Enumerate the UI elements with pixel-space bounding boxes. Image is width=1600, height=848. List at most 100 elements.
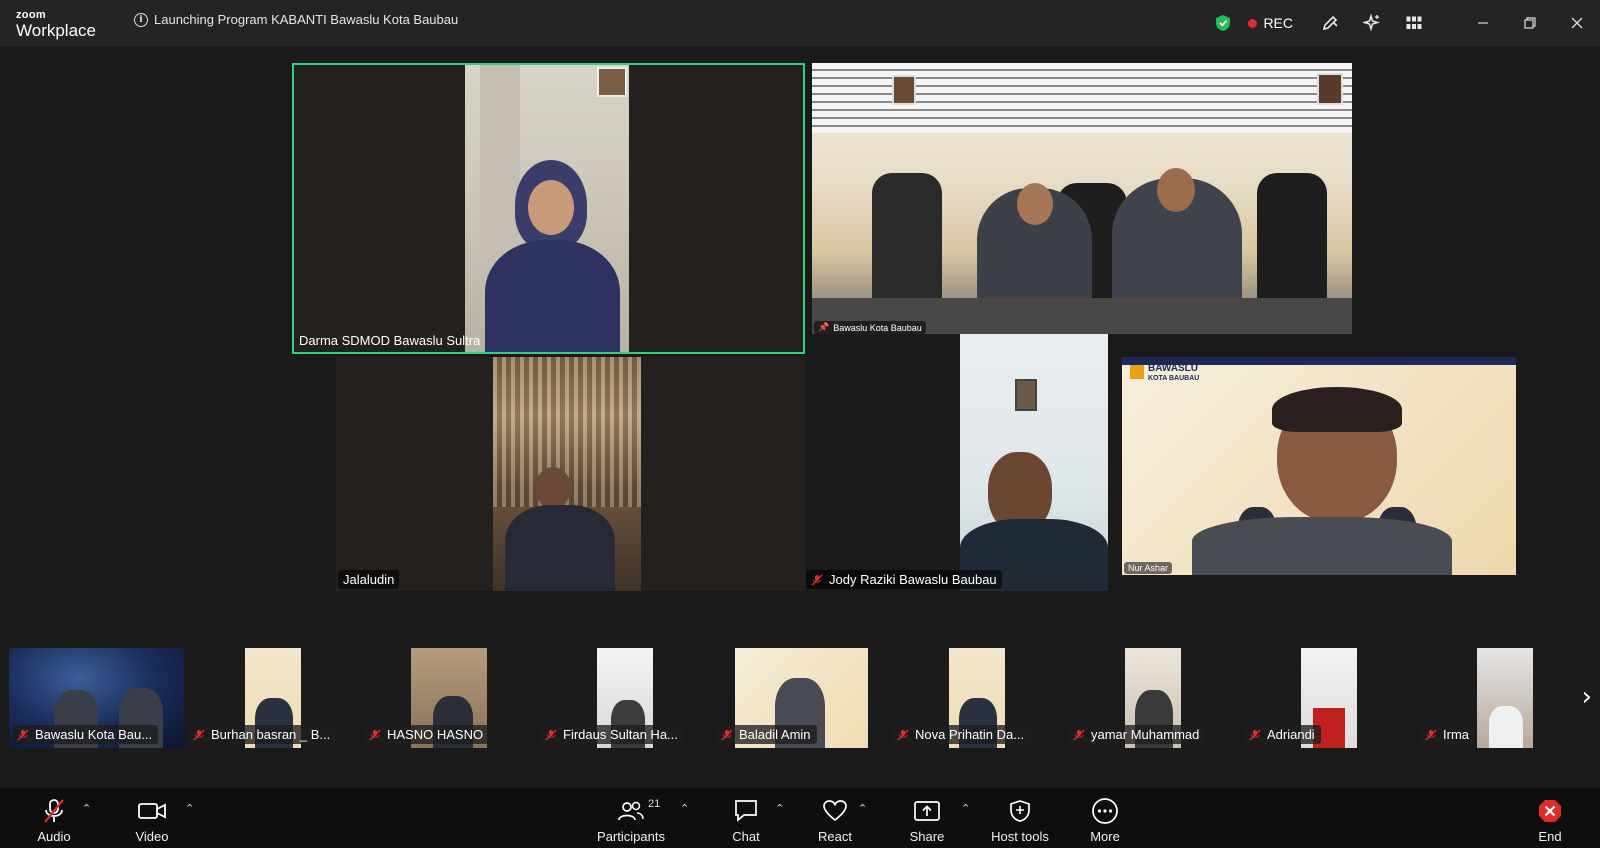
participant-name-label: Nova Prihatin Da...: [893, 725, 1031, 744]
filmstrip-tile[interactable]: Firdaus Sultan Ha...: [537, 648, 709, 748]
share-label: Share: [909, 829, 945, 844]
host-shield-icon: [1009, 796, 1031, 826]
participant-name: Jody Raziki Bawaslu Baubau: [829, 572, 997, 587]
more-label: More: [1090, 829, 1120, 844]
participant-name-label: Jalaludin: [338, 570, 400, 589]
restore-icon[interactable]: [1506, 0, 1553, 46]
participant-name-label: Jody Raziki Bawaslu Baubau: [806, 570, 1002, 589]
participant-name-label: yamar Muhammad: [1069, 725, 1206, 744]
video-label: Video: [135, 829, 169, 844]
filmstrip-tile[interactable]: Baladil Amin: [713, 648, 885, 748]
participant-name: Jalaludin: [343, 572, 395, 587]
participant-name-label: Baladil Amin: [717, 725, 817, 744]
video-camera-icon: [138, 796, 166, 826]
audio-label: Audio: [37, 829, 71, 844]
view-grid-icon[interactable]: [1393, 0, 1435, 46]
end-meeting-button[interactable]: End: [1533, 788, 1567, 848]
host-tools-button[interactable]: Host tools: [988, 788, 1052, 848]
heart-icon: [822, 796, 848, 826]
info-icon[interactable]: i: [134, 12, 148, 27]
recording-indicator[interactable]: REC: [1248, 15, 1293, 31]
participant-name: Bawaslu Kota Bau...: [35, 727, 153, 742]
participant-name: Burhan basran _ B...: [211, 727, 331, 742]
more-button[interactable]: More: [1085, 788, 1125, 848]
audio-button[interactable]: Audio: [34, 788, 74, 848]
end-label: End: [1538, 829, 1562, 844]
share-options-chevron-up-icon[interactable]: ⌃: [961, 802, 970, 815]
chat-options-chevron-up-icon[interactable]: ⌃: [775, 802, 784, 815]
close-icon[interactable]: [1553, 0, 1600, 46]
meeting-toolbar: Audio ⌃ Video ⌃ Participants 21 ⌃ Chat ⌃: [0, 788, 1600, 848]
participant-video: [960, 334, 1108, 591]
rec-dot-icon: [1248, 18, 1258, 28]
participant-name-label: Firdaus Sultan Ha...: [541, 725, 684, 744]
logo-line1: zoom: [16, 9, 46, 21]
video-options-chevron-up-icon[interactable]: ⌃: [185, 802, 194, 815]
participant-video: [812, 63, 1352, 334]
host-tools-label: Host tools: [991, 829, 1049, 844]
annotate-pen-icon[interactable]: [1309, 0, 1351, 46]
participants-count: 21: [648, 798, 661, 810]
end-x-icon: [1537, 796, 1563, 826]
chat-label: Chat: [732, 829, 760, 844]
participant-name-label: Nur Ashar: [1124, 562, 1173, 574]
react-label: React: [818, 829, 852, 844]
zoom-logo: zoom Workplace: [16, 9, 96, 40]
muted-mic-icon: [721, 729, 733, 741]
video-tile-room[interactable]: 📌 Bawaslu Kota Baubau: [812, 63, 1352, 334]
meeting-info[interactable]: i Launching Program KABANTI Bawaslu Kota…: [134, 12, 458, 27]
participants-options-chevron-up-icon[interactable]: ⌃: [680, 802, 689, 815]
encryption-shield-icon[interactable]: [1202, 0, 1244, 46]
filmstrip-tile[interactable]: HASNO HASNO: [361, 648, 533, 748]
titlebar-controls: REC: [1202, 0, 1600, 46]
muted-mic-icon: [1249, 729, 1261, 741]
filmstrip-tile[interactable]: yamar Muhammad: [1065, 648, 1237, 748]
ai-companion-sparkle-icon[interactable]: [1351, 0, 1393, 46]
video-tile[interactable]: Jody Raziki Bawaslu Baubau: [806, 334, 1108, 591]
participant-video: [493, 357, 641, 591]
participant-name: Nova Prihatin Da...: [915, 727, 1025, 742]
chat-bubble-icon: [733, 796, 759, 826]
video-tile[interactable]: BAWASLU KOTA BAUBAU Nur Ashar: [1122, 357, 1516, 575]
share-button[interactable]: Share: [907, 788, 947, 848]
video-tile-active-speaker[interactable]: Darma SDMOD Bawaslu Sultra: [292, 63, 805, 354]
filmstrip-next-arrow-icon[interactable]: ›: [1582, 682, 1592, 712]
zoom-meeting-window: zoom Workplace i Launching Program KABAN…: [0, 0, 1600, 848]
filmstrip-tile[interactable]: Irma: [1417, 648, 1589, 748]
react-options-chevron-up-icon[interactable]: ⌃: [858, 802, 867, 815]
video-button[interactable]: Video: [132, 788, 172, 848]
pin-icon: 📌: [818, 322, 830, 332]
participant-name: Nur Ashar: [1128, 563, 1169, 573]
muted-microphone-icon: [42, 796, 66, 826]
react-button[interactable]: React: [813, 788, 857, 848]
participant-name-label: Darma SDMOD Bawaslu Sultra: [294, 331, 485, 350]
participant-video: BAWASLU KOTA BAUBAU: [1122, 357, 1516, 575]
muted-mic-icon: [17, 729, 29, 741]
audio-options-chevron-up-icon[interactable]: ⌃: [82, 802, 91, 815]
participants-label: Participants: [597, 829, 665, 844]
participants-button[interactable]: Participants: [596, 788, 666, 848]
participant-video: [465, 65, 629, 352]
participant-name: Adriandi: [1267, 727, 1315, 742]
filmstrip-tile[interactable]: Nova Prihatin Da...: [889, 648, 1061, 748]
muted-mic-icon: [545, 729, 557, 741]
participant-name: Bawaslu Kota Baubau: [833, 322, 922, 333]
logo-line2: Workplace: [16, 21, 96, 40]
participant-name: Baladil Amin: [739, 727, 811, 742]
share-screen-icon: [913, 796, 941, 826]
rec-label: REC: [1263, 15, 1293, 31]
participant-name-label: 📌 Bawaslu Kota Baubau: [814, 321, 926, 334]
filmstrip-tile[interactable]: Burhan basran _ B...: [185, 648, 357, 748]
participants-icon: [618, 796, 644, 826]
participant-video: [1477, 648, 1533, 748]
filmstrip-tile[interactable]: Adriandi: [1241, 648, 1413, 748]
minimize-icon[interactable]: [1459, 0, 1506, 46]
muted-mic-icon: [897, 729, 909, 741]
muted-mic-icon: [193, 729, 205, 741]
chat-button[interactable]: Chat: [726, 788, 766, 848]
video-tile[interactable]: Jalaludin: [336, 357, 806, 591]
muted-mic-icon: [1073, 729, 1085, 741]
filmstrip-tile[interactable]: Bawaslu Kota Bau...: [9, 648, 184, 748]
muted-mic-icon: [811, 574, 823, 586]
muted-mic-icon: [1425, 729, 1437, 741]
